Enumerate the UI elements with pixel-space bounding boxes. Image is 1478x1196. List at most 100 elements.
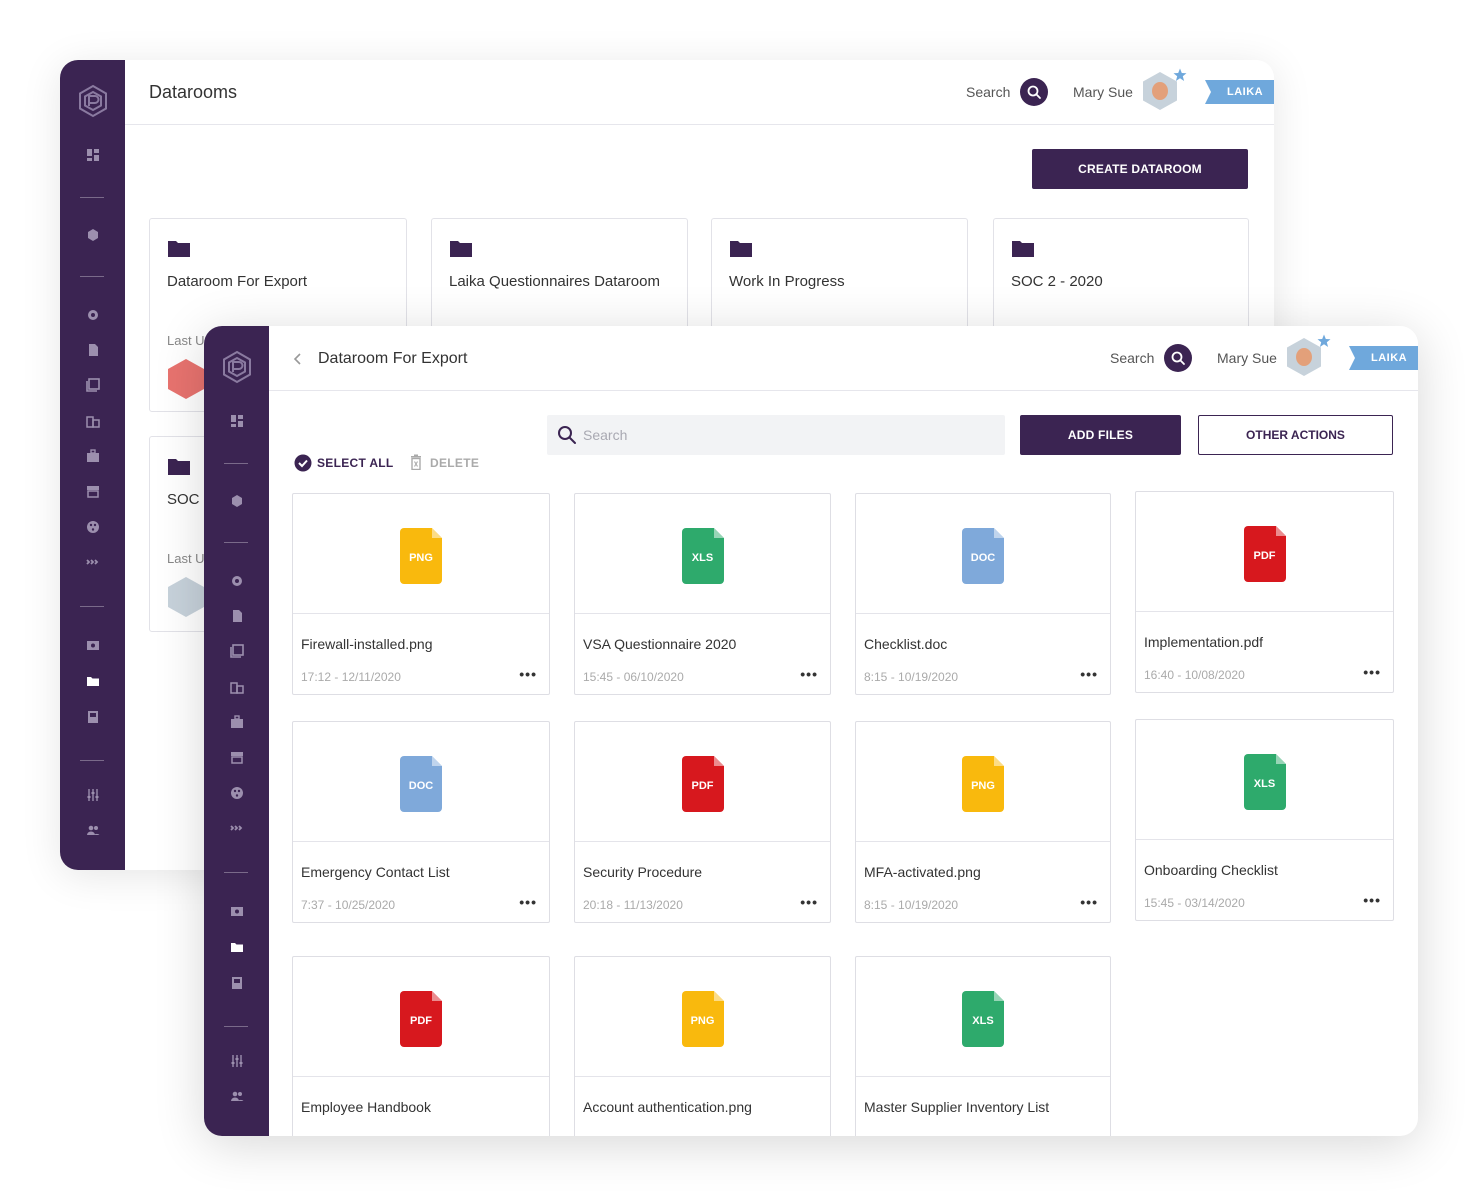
book-icon[interactable] [230, 976, 244, 990]
file-preview: PDF [1136, 492, 1393, 612]
more-options-icon[interactable]: ••• [1363, 892, 1381, 908]
user-name[interactable]: Mary Sue [1217, 350, 1277, 366]
file-card[interactable]: PNG MFA-activated.png 8:15 - 10/19/2020 … [855, 721, 1111, 923]
user-name[interactable]: Mary Sue [1073, 84, 1133, 100]
chevron-left-icon[interactable] [293, 353, 303, 365]
sidebar-divider [224, 1026, 248, 1027]
dashboard-icon[interactable] [230, 414, 244, 428]
file-card[interactable]: DOC Checklist.doc 8:15 - 10/19/2020 ••• [855, 493, 1111, 695]
more-options-icon[interactable]: ••• [1080, 666, 1098, 682]
dataroom-name: Laika Questionnaires Dataroom [449, 273, 660, 290]
pipeline-icon[interactable] [230, 821, 244, 835]
file-date: 7:37 - 10/25/2020 [301, 898, 396, 912]
header: Datarooms Search Mary Sue LAIKA [125, 60, 1274, 125]
file-card[interactable]: PDF Security Procedure 20:18 - 11/13/202… [574, 721, 831, 923]
xls-file-icon: XLS [962, 991, 1004, 1047]
sliders-icon[interactable] [230, 1054, 244, 1068]
briefcase-icon[interactable] [230, 715, 244, 729]
file-date: 16:40 - 10/08/2020 [1144, 668, 1245, 682]
dataroom-name: Dataroom For Export [167, 273, 308, 290]
palette-icon[interactable] [86, 520, 100, 534]
users-icon[interactable] [230, 1089, 244, 1103]
more-options-icon[interactable]: ••• [800, 894, 818, 910]
library-icon[interactable] [230, 644, 244, 658]
file-name: Security Procedure [583, 864, 703, 880]
file-preview: PNG [575, 957, 830, 1077]
file-search[interactable] [547, 415, 1005, 455]
laika-logo-icon[interactable] [220, 350, 254, 384]
laika-logo-icon[interactable] [76, 84, 110, 118]
search-label[interactable]: Search [966, 84, 1010, 100]
file-name: Implementation.pdf [1144, 634, 1264, 650]
store-icon[interactable] [230, 750, 244, 764]
sidebar-divider [80, 606, 104, 607]
users-icon[interactable] [86, 823, 100, 837]
file-card[interactable]: PDF Implementation.pdf 16:40 - 10/08/202… [1135, 491, 1394, 693]
star-icon [1173, 68, 1187, 81]
file-type-label: PDF [691, 780, 714, 792]
more-options-icon[interactable]: ••• [800, 666, 818, 682]
library-icon[interactable] [86, 378, 100, 392]
sidebar-divider [80, 276, 104, 277]
file-card[interactable]: XLS Onboarding Checklist 15:45 - 03/14/2… [1135, 719, 1394, 921]
folder-icon [168, 459, 190, 475]
folder-icon[interactable] [230, 940, 244, 954]
sliders-icon[interactable] [86, 788, 100, 802]
file-preview: XLS [856, 957, 1110, 1077]
org-badge: LAIKA [1349, 346, 1418, 370]
file-card[interactable]: DOC Emergency Contact List 7:37 - 10/25/… [292, 721, 550, 923]
settings-icon[interactable] [86, 308, 100, 322]
folder-icon[interactable] [86, 674, 100, 688]
file-card[interactable]: XLS Master Supplier Inventory List [855, 956, 1111, 1136]
pdf-file-icon: PDF [400, 991, 442, 1047]
search-input[interactable] [583, 415, 983, 455]
dataroom-detail-window: Dataroom For Export Search Mary Sue LAIK… [204, 326, 1418, 1136]
document-icon[interactable] [230, 609, 244, 623]
create-dataroom-button[interactable]: CREATE DATAROOM [1032, 149, 1248, 189]
more-options-icon[interactable]: ••• [519, 666, 537, 682]
policies-icon[interactable] [86, 228, 100, 242]
search-button[interactable] [1164, 344, 1192, 372]
xls-file-icon: XLS [681, 528, 724, 584]
file-type-label: XLS [972, 1015, 994, 1027]
policies-icon[interactable] [230, 494, 244, 508]
last-updated-label: Last U [167, 551, 205, 566]
file-card[interactable]: PDF Employee Handbook [292, 956, 550, 1136]
header: Dataroom For Export Search Mary Sue LAIK… [269, 326, 1418, 391]
file-date: 15:45 - 03/14/2020 [1144, 896, 1245, 910]
file-card[interactable]: XLS VSA Questionnaire 2020 15:45 - 06/10… [574, 493, 831, 695]
file-name: Account authentication.png [583, 1099, 752, 1115]
search-label[interactable]: Search [1110, 350, 1154, 366]
delete-label: DELETE [430, 456, 480, 470]
avatar[interactable] [1143, 72, 1177, 110]
avatar [168, 359, 204, 399]
sidebar-divider [224, 872, 248, 873]
more-options-icon[interactable]: ••• [519, 894, 537, 910]
monitor-icon[interactable] [86, 639, 100, 653]
briefcase-icon[interactable] [86, 449, 100, 463]
other-actions-button[interactable]: OTHER ACTIONS [1198, 415, 1393, 455]
dataroom-name: Work In Progress [729, 273, 845, 290]
file-type-label: DOC [408, 780, 434, 792]
add-files-button[interactable]: ADD FILES [1020, 415, 1181, 455]
store-icon[interactable] [86, 484, 100, 498]
file-type-label: PNG [971, 780, 995, 792]
more-options-icon[interactable]: ••• [1363, 664, 1381, 680]
avatar[interactable] [1287, 338, 1321, 376]
file-card[interactable]: PNG Account authentication.png [574, 956, 831, 1136]
file-preview: PNG [856, 722, 1110, 842]
dashboard-icon[interactable] [86, 148, 100, 162]
file-type-label: XLS [691, 552, 714, 564]
monitor-icon[interactable] [230, 905, 244, 919]
palette-icon[interactable] [230, 786, 244, 800]
more-options-icon[interactable]: ••• [1080, 894, 1098, 910]
building-icon[interactable] [230, 680, 244, 694]
folder-icon [168, 241, 190, 257]
search-button[interactable] [1020, 78, 1048, 106]
building-icon[interactable] [86, 414, 100, 428]
book-icon[interactable] [86, 710, 100, 724]
file-card[interactable]: PNG Firewall-installed.png 17:12 - 12/11… [292, 493, 550, 695]
pipeline-icon[interactable] [86, 555, 100, 569]
document-icon[interactable] [86, 343, 100, 357]
settings-icon[interactable] [230, 574, 244, 588]
